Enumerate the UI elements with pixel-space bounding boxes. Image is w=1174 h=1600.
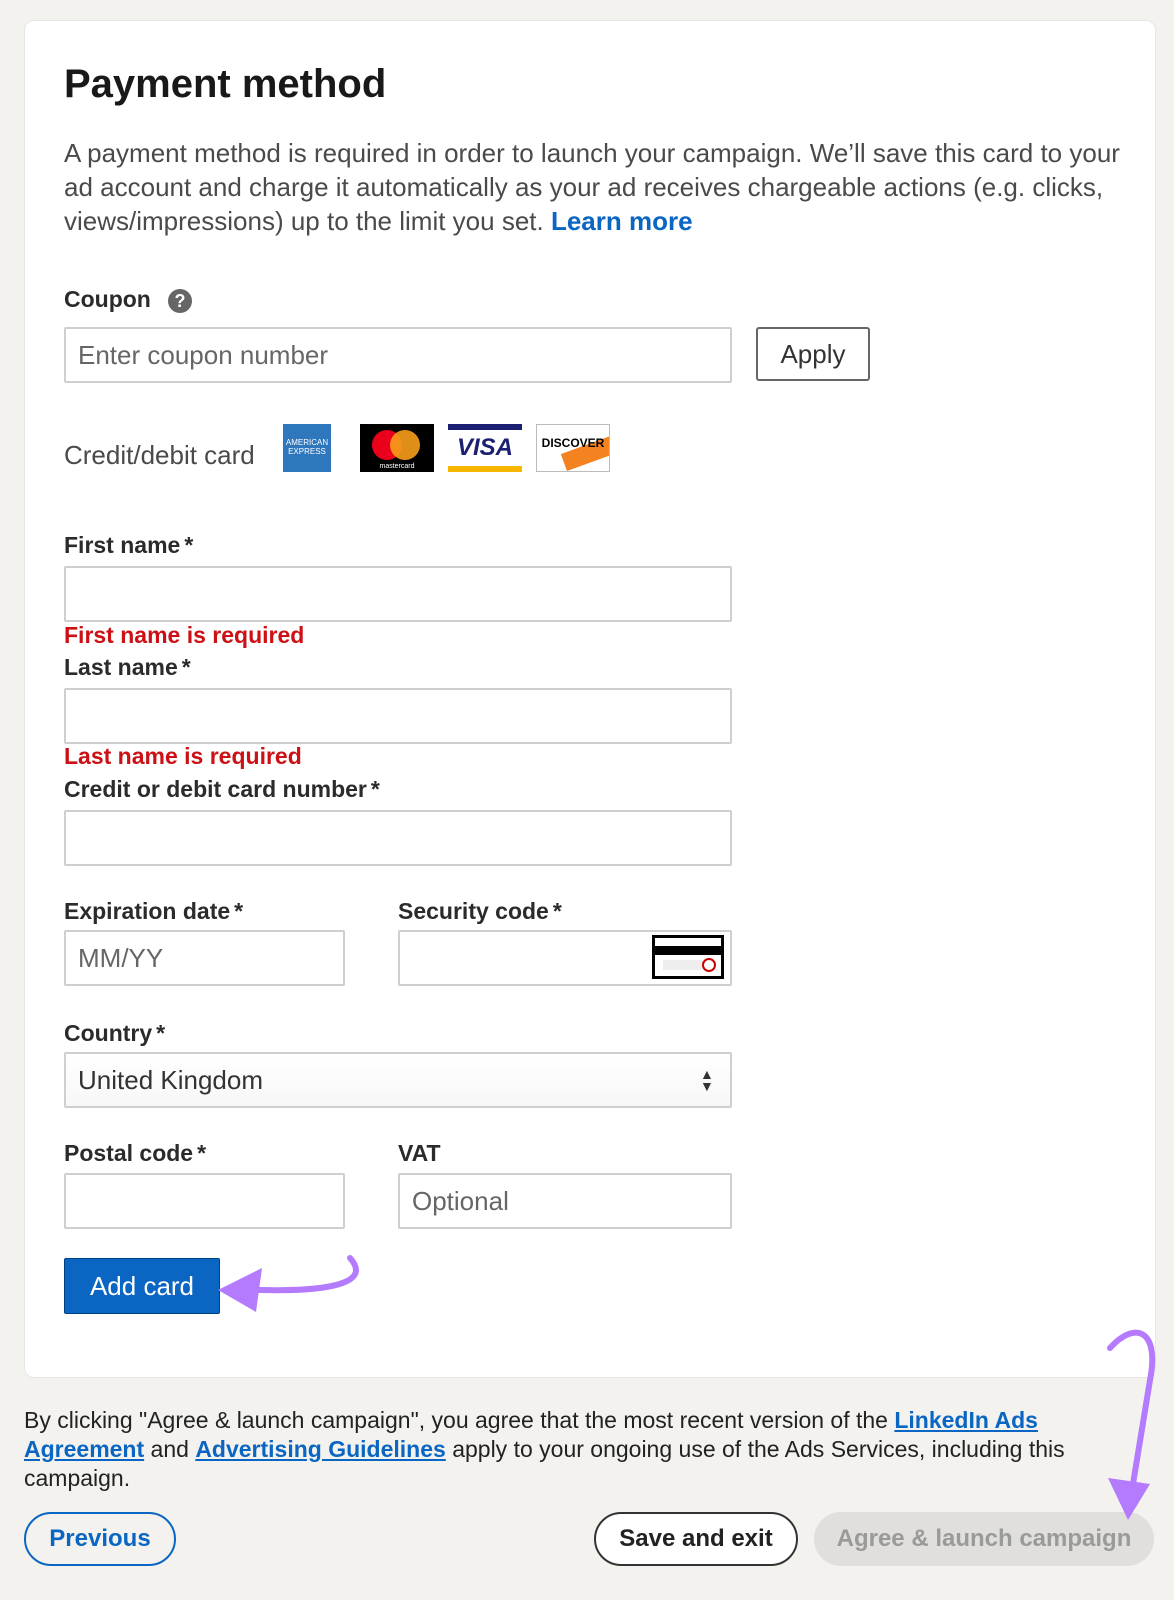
previous-button[interactable]: Previous xyxy=(24,1512,176,1566)
last-name-input[interactable] xyxy=(64,688,732,744)
legal-text-2: and xyxy=(144,1436,196,1462)
visa-logo-icon: VISA xyxy=(448,424,522,472)
last-name-error: Last name is required xyxy=(64,743,302,769)
expiration-label: Expiration date * xyxy=(64,898,243,925)
first-name-error: First name is required xyxy=(64,622,305,648)
first-name-label-text: First name xyxy=(64,532,181,558)
postal-code-label: Postal code * xyxy=(64,1140,206,1167)
discover-logo-icon: DISCOVER xyxy=(536,424,610,472)
required-marker: * xyxy=(234,898,244,924)
country-label-text: Country xyxy=(64,1020,153,1046)
expiration-input[interactable] xyxy=(64,930,345,986)
amex-logo-text: AMERICAN EXPRESS xyxy=(285,438,329,456)
card-back-cvc-icon xyxy=(652,935,724,979)
postal-code-input[interactable] xyxy=(64,1173,345,1229)
country-selected-value: United Kingdom xyxy=(78,1065,263,1095)
security-code-label-text: Security code xyxy=(398,898,549,924)
legal-text-1: By clicking "Agree & launch campaign", y… xyxy=(24,1407,895,1433)
legal-agreement-text: By clicking "Agree & launch campaign", y… xyxy=(24,1406,1124,1493)
coupon-input[interactable] xyxy=(64,327,732,383)
visa-logo-text: VISA xyxy=(456,434,513,461)
vat-input[interactable] xyxy=(398,1173,732,1229)
payment-description: A payment method is required in order to… xyxy=(64,136,1124,238)
select-arrows-icon: ▲ ▼ xyxy=(700,1066,714,1094)
country-select[interactable]: United Kingdom xyxy=(64,1052,732,1108)
save-and-exit-button[interactable]: Save and exit xyxy=(594,1512,798,1566)
required-marker: * xyxy=(156,1020,166,1046)
country-label: Country * xyxy=(64,1020,165,1047)
mastercard-logo-text: mastercard xyxy=(379,463,415,470)
learn-more-link[interactable]: Learn more xyxy=(551,206,693,236)
required-marker: * xyxy=(370,776,380,802)
first-name-label: First name * xyxy=(64,532,193,559)
last-name-label: Last name * xyxy=(64,654,191,681)
agree-launch-campaign-button[interactable]: Agree & launch campaign xyxy=(814,1512,1154,1566)
card-number-input[interactable] xyxy=(64,810,732,866)
card-number-label-text: Credit or debit card number xyxy=(64,776,367,802)
coupon-label: Coupon xyxy=(64,286,151,312)
required-marker: * xyxy=(197,1140,207,1166)
card-number-label: Credit or debit card number * xyxy=(64,776,380,803)
mastercard-logo-icon: mastercard xyxy=(360,424,434,472)
security-code-label: Security code * xyxy=(398,898,562,925)
postal-code-label-text: Postal code xyxy=(64,1140,194,1166)
help-icon[interactable]: ? xyxy=(168,289,192,313)
add-card-button[interactable]: Add card xyxy=(64,1258,220,1314)
discover-logo-text: DISCOVER xyxy=(541,436,605,450)
last-name-label-text: Last name xyxy=(64,654,178,680)
amex-logo-icon: AMERICAN EXPRESS xyxy=(283,424,331,472)
first-name-input[interactable] xyxy=(64,566,732,622)
expiration-label-text: Expiration date xyxy=(64,898,231,924)
required-marker: * xyxy=(552,898,562,924)
required-marker: * xyxy=(181,654,191,680)
vat-label: VAT xyxy=(398,1140,441,1166)
advertising-guidelines-link[interactable]: Advertising Guidelines xyxy=(195,1436,446,1462)
page-title: Payment method xyxy=(64,62,387,106)
card-types-label: Credit/debit card xyxy=(64,440,255,470)
apply-coupon-button[interactable]: Apply xyxy=(756,327,870,381)
required-marker: * xyxy=(184,532,194,558)
